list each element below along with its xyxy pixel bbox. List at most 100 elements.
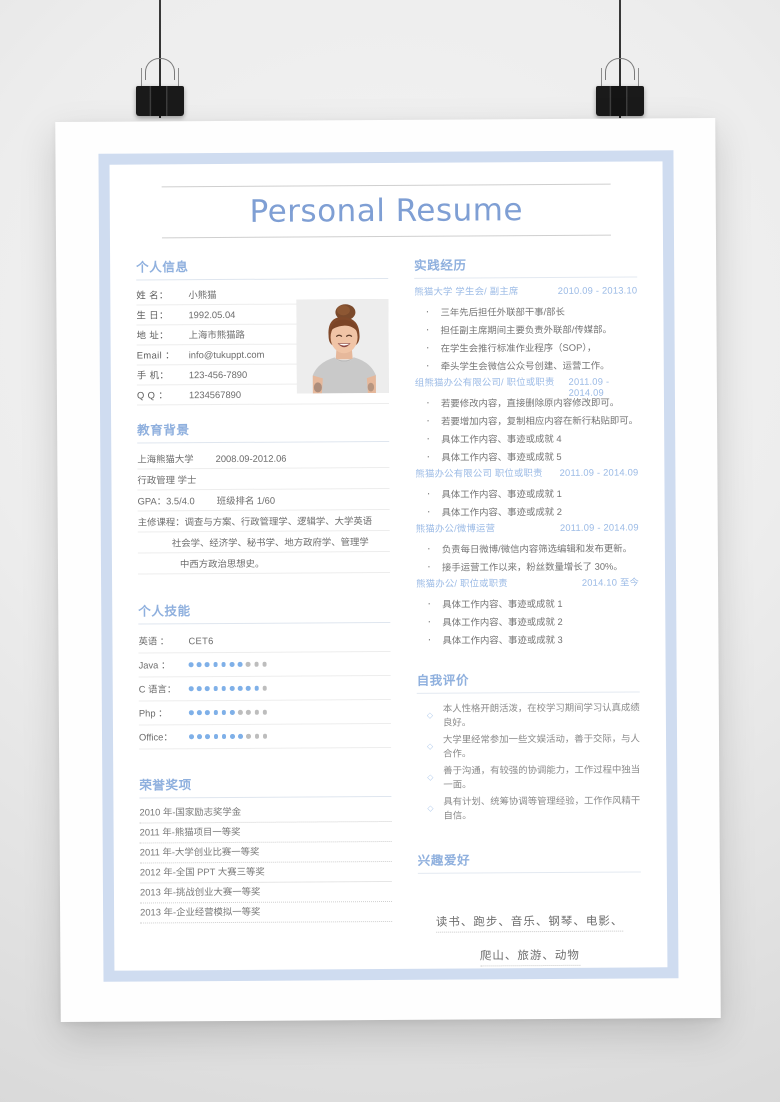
resume-content: Personal Resume 个人信息 姓 名： 小熊猫 生 日： 1992.…: [110, 161, 668, 970]
rating-dot-empty: [262, 733, 268, 739]
section-self-evaluation: 自我评价 ◇ 本人性格开朗活泼，在校学习期间学习认真成绩良好。 ◇ 大学里经常参加一些…: [416, 668, 641, 823]
resume-paper-sheet: Personal Resume 个人信息 姓 名： 小熊猫 生 日： 1992.…: [55, 117, 721, 1023]
experience-bullet-text: 具体工作内容、事迹或成就 4: [441, 432, 562, 445]
diamond-bullet-icon: ◇: [426, 710, 433, 720]
experience-bullet-row: · 接手运营工作以来，粉丝数量增长了 30%。: [416, 556, 639, 575]
experience-bullet-row: · 具体工作内容、事迹或成就 1: [415, 483, 638, 502]
skill-label: Java ：: [138, 659, 171, 671]
section-heading-personal-info: 个人信息: [136, 254, 389, 281]
bullet-icon: ·: [425, 359, 430, 372]
experience-rows: 熊猫大学 学生会/ 副主席 2010.09 - 2013.10 · 三年先后担任外联部…: [414, 282, 639, 648]
rating-dot-empty: [262, 685, 268, 691]
skill-label: 英语 ：: [138, 635, 170, 647]
skill-rating-dots: [188, 685, 268, 691]
personal-info-value: 上海市熊猫路: [188, 329, 245, 341]
education-row: 上海熊猫大学 2008.09-2012.06: [137, 446, 390, 470]
award-row: 2010 年-国家励志奖学金: [139, 801, 392, 824]
rating-dot-filled: [254, 685, 259, 691]
rating-dot-filled: [205, 686, 210, 691]
personal-info-value: info@tukuppt.com: [188, 348, 265, 361]
bullet-icon: ·: [427, 615, 432, 628]
education-text: 上海熊猫大学: [137, 453, 194, 465]
experience-bullet-text: 牵头学生会微信公众号创建、运营工作。: [440, 359, 610, 372]
experience-job-title: 组熊猫办公有限公司/ 职位或职责: [414, 375, 555, 388]
education-text: 主修课程：调查与方案、行政管理学、逻辑学、大学英语: [137, 515, 373, 528]
personal-info-label: 地 址：: [136, 329, 169, 341]
bullet-icon: ·: [426, 542, 431, 555]
left-column: 个人信息 姓 名： 小熊猫 生 日： 1992.05.04 地 址： 上海市熊猫…: [136, 254, 393, 987]
experience-bullet-text: 若要增加内容，复制相应内容在新行粘贴即可。: [441, 414, 639, 427]
bullet-icon: ·: [427, 597, 432, 610]
experience-job-title: 熊猫办公/微博运营: [415, 522, 496, 534]
experience-bullet-text: 具体工作内容、事迹或成就 1: [442, 597, 563, 610]
clip-body-icon: [596, 86, 644, 116]
rating-dot-filled: [213, 734, 219, 739]
experience-bullet-row: · 负责每日微博/微信内容筛选编辑和发布更新。: [416, 538, 639, 557]
experience-bullet-row: · 担任副主席期间主要负责外联部/传媒部。: [414, 319, 637, 338]
bullet-icon: ·: [426, 414, 430, 427]
personal-info-label: 生 日：: [136, 309, 169, 321]
rating-dot-filled: [205, 710, 210, 715]
skill-rating-dots: [188, 709, 268, 715]
rating-dot-filled: [221, 710, 227, 715]
award-row: 2013 年-企业经营模拟一等奖: [140, 901, 393, 924]
self-evaluation-row: ◇ 善于沟通，有较强的协调能力，工作过程中独当一面。: [417, 760, 640, 792]
section-heading-awards: 荣誉奖项: [139, 772, 392, 799]
rating-dot-filled: [197, 710, 202, 715]
section-experience: 实践经历 熊猫大学 学生会/ 副主席 2010.09 - 2013.10 · 三年先后…: [414, 253, 639, 648]
binder-clip-left: [130, 0, 190, 118]
bullet-icon: ·: [426, 487, 431, 500]
education-extra: 2008.09-2012.06: [215, 452, 287, 464]
resume-blue-frame: Personal Resume 个人信息 姓 名： 小熊猫 生 日： 1992.…: [98, 150, 679, 982]
experience-job-header: 熊猫办公/微博运营 2011.09 - 2014.09: [416, 519, 639, 539]
rating-dot-filled: [238, 734, 243, 739]
rating-dot-filled: [221, 662, 226, 667]
right-column: 实践经历 熊猫大学 学生会/ 副主席 2010.09 - 2013.10 · 三年先后…: [414, 253, 641, 984]
education-rows: 上海熊猫大学 2008.09-2012.06 行政管理 学士 GPA：3.5/4.0 班…: [137, 446, 391, 575]
experience-bullet-row: · 具体工作内容、事迹或成就 5: [415, 446, 638, 465]
rating-dot-empty: [262, 709, 268, 715]
rating-dot-empty: [254, 661, 259, 667]
skill-label: Php ：: [138, 707, 168, 719]
self-evaluation-text: 大学里经常参加一些文娱活动，善于交际，与人合作。: [443, 732, 640, 760]
experience-bullet-text: 负责每日微博/微信内容筛选编辑和发布更新。: [441, 542, 633, 555]
education-row: 行政管理 学士: [137, 467, 390, 491]
education-text: 中西方政治思想史。: [179, 557, 265, 570]
rating-dot-filled: [205, 734, 210, 739]
rating-dot-filled: [196, 686, 202, 691]
experience-bullet-text: 在学生会推行标准作业程序（SOP），: [440, 341, 597, 354]
rating-dot-filled: [246, 685, 251, 691]
hobby-line-wrap: 读书、跑步、音乐、钢琴、电影、: [418, 911, 641, 946]
section-personal-info: 个人信息 姓 名： 小熊猫 生 日： 1992.05.04 地 址： 上海市熊猫…: [136, 254, 389, 406]
skill-value: CET6: [188, 635, 214, 647]
rating-dot-filled: [229, 710, 235, 715]
award-row: 2013 年-挑战创业大赛一等奖: [139, 881, 393, 904]
experience-bullet-row: · 在学生会推行标准作业程序（SOP），: [415, 337, 638, 356]
personal-info-value: 1992.05.04: [188, 308, 236, 321]
rating-dot-filled: [221, 686, 227, 691]
rating-dot-filled: [188, 686, 194, 691]
self-evaluation-row: ◇ 大学里经常参加一些文娱活动，善于交际，与人合作。: [417, 729, 640, 761]
section-education: 教育背景 上海熊猫大学 2008.09-2012.06 行政管理 学士 GPA：3.5…: [137, 417, 391, 575]
rating-dot-filled: [189, 734, 194, 739]
experience-job-title: 熊猫办公/ 职位或职责: [416, 577, 508, 589]
education-text: 行政管理 学士: [137, 474, 197, 486]
experience-bullet-text: 接手运营工作以来，粉丝数量增长了 30%。: [441, 560, 623, 573]
rating-dot-filled: [197, 734, 202, 739]
experience-job-header: 熊猫办公有限公司 职位或职责 2011.09 - 2014.09: [415, 464, 638, 484]
resume-title-block: Personal Resume: [136, 183, 637, 239]
education-row: 主修课程：调查与方案、行政管理学、逻辑学、大学英语: [137, 509, 390, 533]
bullet-icon: ·: [426, 505, 431, 518]
skill-rating-dots: [188, 661, 267, 667]
personal-info-value: 123-456-7890: [188, 368, 248, 381]
rating-dot-empty: [254, 709, 259, 715]
experience-bullet-text: 具体工作内容、事迹或成就 1: [441, 487, 562, 500]
bullet-icon: ·: [426, 432, 431, 445]
diamond-bullet-icon: ◇: [427, 803, 434, 813]
experience-job-title: 熊猫办公有限公司 职位或职责: [415, 466, 543, 479]
skill-row: Php ：: [138, 699, 391, 726]
rating-dot-filled: [229, 734, 235, 739]
self-evaluation-row: ◇ 具有计划、统筹协调等管理经验，工作作风精干自信。: [417, 791, 640, 823]
diamond-bullet-icon: ◇: [426, 741, 434, 751]
section-heading-hobbies: 兴趣爱好: [417, 848, 641, 874]
